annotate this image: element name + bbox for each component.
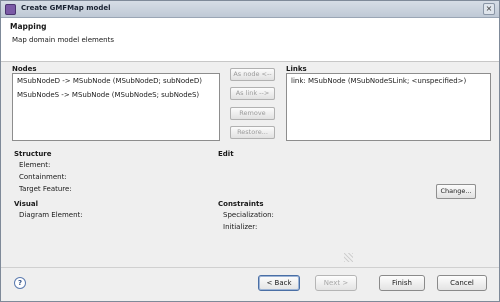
next-button[interactable]: Next > bbox=[315, 275, 357, 291]
window-title: Create GMFMap model bbox=[21, 4, 111, 12]
edit-label: Edit bbox=[218, 150, 234, 158]
close-button[interactable]: × bbox=[483, 3, 495, 15]
remove-button[interactable]: Remove bbox=[230, 107, 275, 120]
links-label: Links bbox=[286, 65, 307, 73]
visual-label: Visual bbox=[14, 200, 38, 208]
back-button[interactable]: < Back bbox=[258, 275, 300, 291]
specialization-label: Specialization: bbox=[223, 211, 274, 219]
diagram-element-label: Diagram Element: bbox=[19, 211, 83, 219]
dialog-window: Create GMFMap model × Mapping Map domain… bbox=[0, 0, 500, 302]
title-bar[interactable]: Create GMFMap model × bbox=[1, 1, 499, 18]
containment-label: Containment: bbox=[19, 173, 67, 181]
finish-button[interactable]: Finish bbox=[379, 275, 425, 291]
element-label: Element: bbox=[19, 161, 51, 169]
app-icon bbox=[5, 4, 16, 15]
as-link-button[interactable]: As link --> bbox=[230, 87, 275, 100]
footer-separator bbox=[1, 267, 499, 268]
sash-grip[interactable] bbox=[344, 253, 353, 262]
structure-label: Structure bbox=[14, 150, 52, 158]
list-item[interactable]: MSubNodeS -> MSubNode (MSubNodeS; subNod… bbox=[17, 91, 199, 99]
help-icon[interactable]: ? bbox=[14, 277, 26, 289]
page-title: Mapping bbox=[10, 22, 47, 31]
target-feature-label: Target Feature: bbox=[19, 185, 72, 193]
list-item[interactable]: MSubNodeD -> MSubNode (MSubNodeD; subNod… bbox=[17, 77, 202, 85]
restore-button[interactable]: Restore... bbox=[230, 126, 275, 139]
list-item[interactable]: link: MSubNode (MSubNodeSLink; <unspecif… bbox=[291, 77, 466, 85]
page-description: Map domain model elements bbox=[12, 36, 114, 44]
constraints-label: Constraints bbox=[218, 200, 264, 208]
links-list[interactable]: link: MSubNode (MSubNodeSLink; <unspecif… bbox=[286, 73, 491, 141]
initializer-label: Initializer: bbox=[223, 223, 258, 231]
as-node-button[interactable]: As node <-- bbox=[230, 68, 275, 81]
cancel-button[interactable]: Cancel bbox=[437, 275, 487, 291]
nodes-list[interactable]: MSubNodeD -> MSubNode (MSubNodeD; subNod… bbox=[12, 73, 220, 141]
change-button[interactable]: Change... bbox=[436, 184, 476, 199]
wizard-header: Mapping Map domain model elements bbox=[1, 18, 499, 62]
nodes-label: Nodes bbox=[12, 65, 37, 73]
